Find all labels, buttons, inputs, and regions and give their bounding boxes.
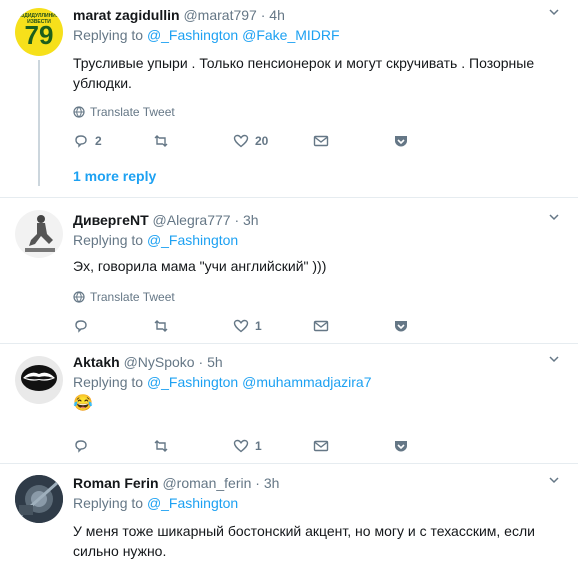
- bookmark-button[interactable]: [393, 133, 473, 149]
- globe-icon: [73, 291, 85, 303]
- more-replies-link[interactable]: 1 more reply: [73, 168, 156, 184]
- translate-button[interactable]: Translate Tweet: [73, 290, 568, 304]
- author-name[interactable]: marat zagidullin: [73, 7, 180, 23]
- author-handle[interactable]: @NySpoko: [124, 354, 195, 370]
- like-button[interactable]: 20: [233, 133, 313, 149]
- avatar-image: [25, 215, 55, 252]
- timestamp[interactable]: 5h: [207, 354, 223, 370]
- replying-to: Replying to @_Fashington @muhammadjazira…: [73, 374, 568, 390]
- timestamp[interactable]: 4h: [269, 7, 285, 23]
- like-button[interactable]: 1: [233, 438, 313, 454]
- chevron-down-icon[interactable]: [548, 6, 560, 18]
- avatar[interactable]: ГАЗДИДУЛЛИНИ.ВСЕ ИЗВЕСТИ 79: [15, 8, 63, 56]
- thread-line: [38, 60, 40, 186]
- translate-button[interactable]: Translate Tweet: [73, 105, 568, 119]
- replying-label: Replying to: [73, 232, 144, 248]
- replying-label: Replying to: [73, 27, 144, 43]
- replying-to: Replying to @_Fashington: [73, 495, 568, 511]
- author-handle[interactable]: @Alegra777: [153, 212, 231, 228]
- dm-button[interactable]: [313, 438, 393, 454]
- like-button[interactable]: 1: [233, 318, 313, 334]
- tweet-text: Эх, говорила мама "учи английский" ))): [73, 258, 327, 274]
- avatar-number: 79: [24, 20, 54, 50]
- tweet-2[interactable]: ДивергеNT @Alegra777 · 3h Replying to @_…: [0, 198, 578, 344]
- replying-label: Replying to: [73, 495, 144, 511]
- dm-button[interactable]: [313, 133, 393, 149]
- author-name[interactable]: Roman Ferin: [73, 475, 159, 491]
- retweet-button[interactable]: [153, 438, 233, 454]
- like-count: 1: [255, 319, 262, 333]
- replying-to: Replying to @_Fashington @Fake_MIDRF: [73, 27, 568, 43]
- separator-dot: ·: [234, 212, 240, 228]
- tweet-3[interactable]: Aktakh @NySpoko · 5h Replying to @_Fashi…: [0, 344, 578, 464]
- retweet-button[interactable]: [153, 133, 233, 149]
- tweet-text: 😂: [73, 395, 93, 412]
- reply-count: 2: [95, 134, 102, 148]
- separator-dot: ·: [255, 475, 260, 491]
- reply-button[interactable]: 2: [73, 133, 153, 149]
- reply-icon: [75, 320, 87, 333]
- author-name[interactable]: ДивергеNT: [73, 212, 149, 228]
- bookmark-button[interactable]: [393, 438, 473, 454]
- chevron-down-icon[interactable]: [548, 353, 560, 365]
- retweet-button[interactable]: [153, 318, 233, 334]
- like-count: 1: [255, 439, 262, 453]
- bookmark-button[interactable]: [393, 318, 473, 334]
- dm-button[interactable]: [313, 318, 393, 334]
- avatar[interactable]: [15, 356, 63, 404]
- mention-link[interactable]: @_Fashington: [147, 374, 238, 390]
- separator-dot: ·: [198, 354, 204, 370]
- retweet-icon: [154, 440, 168, 452]
- replying-label: Replying to: [73, 374, 144, 390]
- pocket-icon: [395, 136, 407, 147]
- avatar[interactable]: [15, 475, 63, 523]
- reply-icon: [75, 440, 87, 453]
- pocket-icon: [395, 441, 407, 452]
- translate-label: Translate Tweet: [90, 105, 175, 119]
- mention-link[interactable]: @_Fashington: [147, 232, 238, 248]
- author-handle[interactable]: @marat797: [183, 7, 256, 23]
- tweet-text: Трусливые упыри . Только пенсионерок и м…: [73, 55, 535, 91]
- envelope-icon: [313, 135, 329, 147]
- retweet-icon: [154, 320, 168, 332]
- replying-to: Replying to @_Fashington: [73, 232, 568, 248]
- author-name[interactable]: Aktakh: [73, 354, 120, 370]
- heart-icon: [233, 439, 249, 453]
- translate-label: Translate Tweet: [90, 290, 175, 304]
- chevron-down-icon[interactable]: [548, 211, 560, 223]
- tweet-1[interactable]: ГАЗДИДУЛЛИНИ.ВСЕ ИЗВЕСТИ 79 marat zagidu…: [0, 0, 578, 198]
- avatar[interactable]: [15, 210, 63, 258]
- mention-link[interactable]: @_Fashington: [147, 27, 238, 43]
- envelope-icon: [313, 440, 329, 452]
- tweet-4[interactable]: Roman Ferin @roman_ferin · 3h Replying t…: [0, 464, 578, 569]
- envelope-icon: [313, 320, 329, 332]
- chevron-down-icon[interactable]: [548, 474, 560, 486]
- mention-link[interactable]: @Fake_MIDRF: [242, 27, 339, 43]
- retweet-icon: [154, 135, 168, 147]
- reply-icon: [75, 135, 87, 148]
- timestamp[interactable]: 3h: [243, 212, 259, 228]
- heart-icon: [233, 319, 249, 333]
- author-handle[interactable]: @roman_ferin: [162, 475, 251, 491]
- like-count: 20: [255, 134, 269, 148]
- separator-dot: ·: [260, 7, 266, 23]
- pocket-icon: [395, 321, 407, 332]
- globe-icon: [73, 106, 85, 118]
- reply-button[interactable]: [73, 318, 153, 334]
- tweet-text: У меня тоже шикарный бостонский акцент, …: [73, 523, 535, 559]
- mention-link[interactable]: @_Fashington: [147, 495, 238, 511]
- timestamp[interactable]: 3h: [264, 475, 280, 491]
- mention-link[interactable]: @muhammadjazira7: [242, 374, 371, 390]
- avatar-image: [21, 365, 57, 391]
- heart-icon: [233, 134, 249, 148]
- avatar-image: [15, 475, 63, 523]
- reply-button[interactable]: [73, 438, 153, 454]
